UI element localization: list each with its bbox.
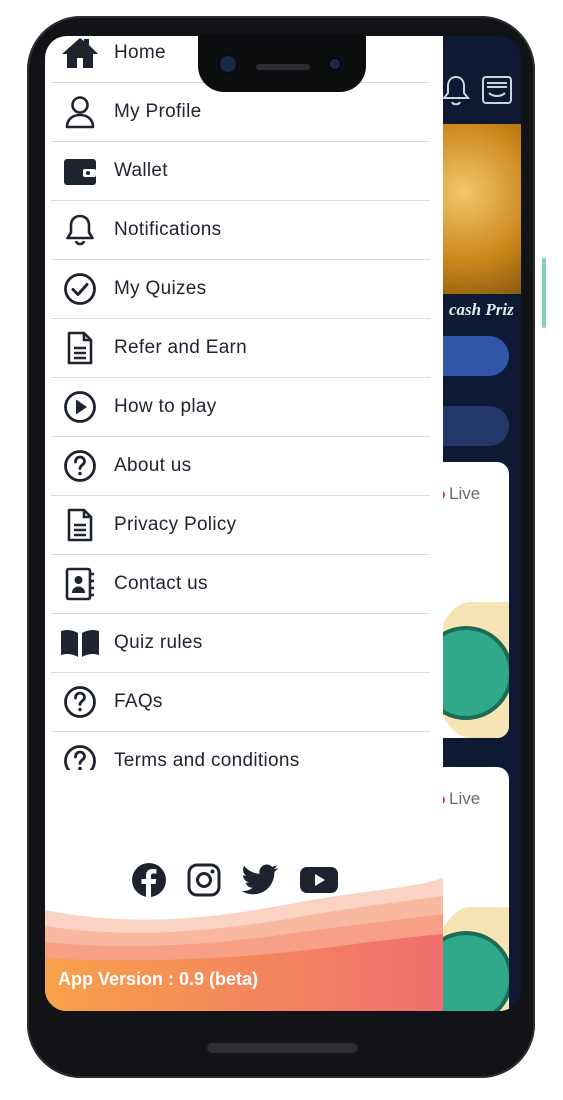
menu-item-how-to-play[interactable]: How to play	[51, 378, 430, 437]
menu-label: Home	[114, 42, 166, 63]
menu-label: My Quizes	[114, 278, 207, 299]
menu-item-quiz-rules[interactable]: Quiz rules	[51, 614, 430, 673]
menu-label: Wallet	[114, 160, 168, 181]
menu-label: How to play	[114, 396, 217, 417]
contact-book-icon	[51, 567, 109, 601]
drawer-menu: Home My Profile Wallet Notifications My …	[51, 36, 430, 770]
menu-label: About us	[114, 455, 192, 476]
check-circle-icon	[51, 272, 109, 306]
bell-icon[interactable]	[441, 74, 471, 108]
home-indicator[interactable]	[207, 1043, 358, 1053]
live-badge: Live	[437, 789, 480, 809]
menu-item-terms-and-conditions[interactable]: Terms and conditions	[51, 732, 430, 770]
menu-label: FAQs	[114, 691, 163, 712]
app-version: App Version : 0.9 (beta)	[58, 969, 259, 989]
camera-notch	[198, 34, 366, 92]
menu-label: Privacy Policy	[114, 514, 237, 535]
document-icon	[51, 508, 109, 542]
user-icon	[51, 95, 109, 129]
screen: cash Priz → Live → Live Home	[45, 36, 521, 1011]
question-circle-icon	[51, 449, 109, 483]
phone-side-button	[542, 258, 546, 328]
front-camera	[218, 54, 238, 74]
menu-label: Contact us	[114, 573, 208, 594]
menu-label: Notifications	[114, 219, 222, 240]
wallet-icon[interactable]	[481, 74, 513, 108]
menu-label: Refer and Earn	[114, 337, 248, 358]
menu-label: Terms and conditions	[114, 750, 300, 770]
navigation-drawer: Home My Profile Wallet Notifications My …	[45, 36, 443, 1011]
menu-item-contact-us[interactable]: Contact us	[51, 555, 430, 614]
menu-item-my-quizes[interactable]: My Quizes	[51, 260, 430, 319]
menu-item-about-us[interactable]: About us	[51, 437, 430, 496]
menu-item-wallet[interactable]: Wallet	[51, 142, 430, 201]
bell-icon	[51, 213, 109, 247]
footer-wave	[45, 878, 443, 1011]
menu-item-privacy-policy[interactable]: Privacy Policy	[51, 496, 430, 555]
menu-item-faqs[interactable]: FAQs	[51, 673, 430, 732]
question-circle-icon	[51, 744, 109, 770]
home-icon	[51, 36, 109, 70]
menu-label: My Profile	[114, 101, 202, 122]
book-open-icon	[51, 628, 109, 658]
top-icons	[441, 74, 513, 108]
menu-item-refer-and-earn[interactable]: Refer and Earn	[51, 319, 430, 378]
document-icon	[51, 331, 109, 365]
wallet-icon	[51, 156, 109, 186]
banner-text: cash Priz	[449, 300, 514, 319]
menu-label: Quiz rules	[114, 632, 203, 653]
earpiece-speaker	[256, 64, 310, 70]
play-circle-icon	[51, 390, 109, 424]
menu-item-notifications[interactable]: Notifications	[51, 201, 430, 260]
sensor	[328, 57, 342, 71]
question-circle-icon	[51, 685, 109, 719]
live-badge: Live	[437, 484, 480, 504]
